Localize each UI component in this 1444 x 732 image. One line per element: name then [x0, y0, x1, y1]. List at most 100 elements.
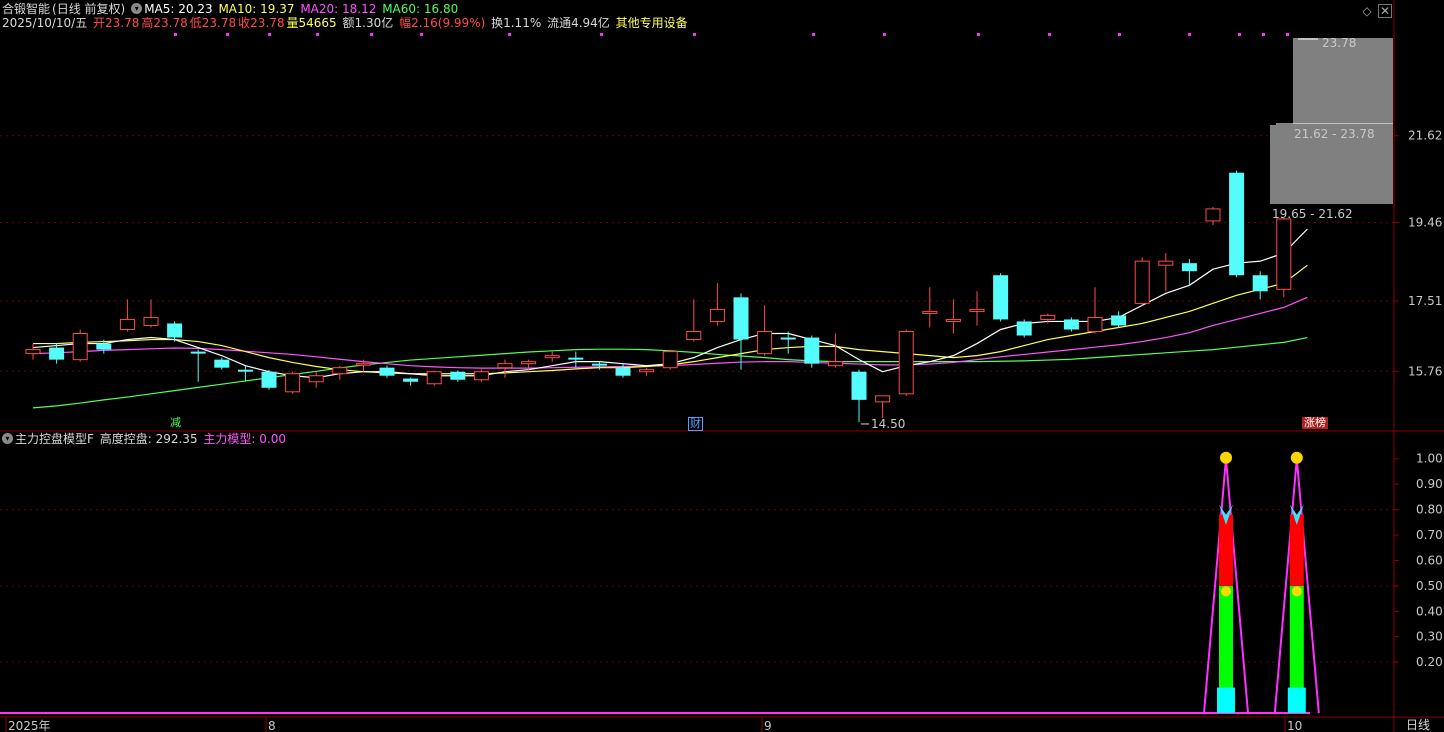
- indicator-cyan-bar: [1287, 687, 1306, 713]
- indicator-tick-label: 0.50: [1416, 579, 1443, 593]
- candle-body-up: [1087, 316, 1103, 333]
- price-tick-label: 17.51: [1408, 294, 1442, 308]
- candle-body-down: [237, 369, 253, 372]
- event-marker-dot: [1262, 33, 1265, 36]
- candle-body-down: [615, 367, 631, 376]
- candle-body-up: [662, 351, 678, 369]
- indicator-red-bar: [1219, 514, 1233, 586]
- candle-body-up: [827, 361, 843, 367]
- price-zone-upper: [1293, 38, 1393, 124]
- candle-body-up: [922, 310, 938, 314]
- candle-body-down: [96, 343, 112, 350]
- indicator-tick-label: 0.40: [1416, 604, 1443, 618]
- kline-chart[interactable]: 21.62 19.46 17.51 15.76 1.00 0.90 0.80 0.70 0.60…: [0, 0, 1444, 732]
- candle-body-up: [709, 308, 725, 322]
- event-marker-dot: [370, 33, 373, 36]
- price-zone-range1-label: 21.62 - 23.78: [1294, 127, 1375, 141]
- candle-body-down: [403, 378, 419, 382]
- candle-body-up: [757, 331, 773, 355]
- time-tick-label: 2025年: [8, 719, 51, 732]
- indicator-red-bar: [1289, 514, 1304, 586]
- candle-body-down: [1181, 263, 1197, 272]
- candle-body-down: [568, 357, 584, 360]
- smiley-icon: [1290, 451, 1303, 464]
- indicator-tick-label: 0.80: [1416, 503, 1443, 517]
- candle-body-down: [804, 337, 820, 364]
- smiley-icon: [1220, 451, 1232, 464]
- candle-body-down: [1111, 315, 1127, 326]
- candle-body-down: [851, 371, 867, 400]
- money-bag-icon: [1291, 586, 1302, 597]
- event-marker-dot: [977, 33, 980, 36]
- candle-body-down: [1252, 275, 1268, 292]
- period-button[interactable]: 日线: [1406, 718, 1430, 732]
- price-tick-label: 19.46: [1408, 216, 1442, 230]
- candle-body-up: [1205, 208, 1221, 222]
- candle-body-up: [945, 318, 961, 322]
- event-marker-dot: [268, 33, 271, 36]
- candle-body-down: [993, 275, 1009, 320]
- candle-body-up: [969, 308, 985, 312]
- candle-body-down: [1229, 172, 1245, 276]
- candle-body-down: [379, 367, 395, 376]
- event-mark-cai[interactable]: 财: [688, 417, 703, 431]
- candle-body-down: [1063, 319, 1079, 330]
- candle-body-up: [72, 333, 88, 361]
- event-marker-dot: [226, 33, 229, 36]
- candle-body-up: [426, 371, 442, 385]
- candle-body-down: [450, 371, 466, 380]
- candle-body-up: [143, 316, 159, 326]
- event-mark-zhangbang[interactable]: 涨榜: [1302, 417, 1328, 429]
- candle-body-down: [49, 347, 65, 360]
- candle-body-up: [898, 331, 914, 395]
- money-bag-icon: [1221, 586, 1231, 597]
- candle-body-down: [780, 337, 796, 340]
- event-marker-dot: [1238, 33, 1241, 36]
- indicator-tick-label: 0.20: [1416, 655, 1443, 669]
- event-marker-dot: [508, 33, 511, 36]
- event-marker-dot: [1286, 33, 1289, 36]
- candle-body-up: [119, 318, 135, 330]
- candle-body-up: [355, 363, 371, 366]
- event-marker-dot: [1188, 33, 1191, 36]
- event-marker-dot: [316, 33, 319, 36]
- event-marker-dot: [883, 33, 886, 36]
- candle-body-up: [521, 361, 537, 365]
- candle-body-down: [591, 363, 607, 366]
- time-tick-label: 8: [268, 719, 276, 732]
- candle-body-up: [1040, 314, 1056, 320]
- indicator-tick-label: 1.00: [1416, 452, 1443, 466]
- candle-body-up: [1134, 260, 1150, 304]
- event-marker-dot: [600, 33, 603, 36]
- event-marker-dot: [174, 33, 177, 36]
- candle-body-down: [261, 371, 277, 388]
- candle-body-down: [190, 351, 206, 354]
- candle-body-up: [686, 331, 702, 341]
- indicator-tick-label: 0.30: [1416, 630, 1443, 644]
- event-marker-dot: [1048, 33, 1051, 36]
- event-marker-dot: [812, 33, 815, 36]
- indicator-tick-label: 0.70: [1416, 528, 1443, 542]
- low-marker-label: 14.50: [871, 417, 905, 431]
- indicator-cyan-bar: [1217, 687, 1235, 713]
- candle-body-up: [1276, 218, 1292, 290]
- event-marker-dot: [1118, 33, 1121, 36]
- candle-body-up: [332, 367, 348, 375]
- candle-body-up: [1158, 260, 1174, 266]
- candle-body-up: [473, 371, 489, 381]
- price-zone-top-label: 23.78: [1322, 36, 1356, 50]
- event-marker-dot: [420, 33, 423, 36]
- event-mark-jian[interactable]: 减: [170, 417, 181, 429]
- candle-body-up: [285, 373, 301, 393]
- candle-body-up: [544, 355, 560, 359]
- time-tick-label: 10: [1287, 719, 1302, 732]
- candle-body-up: [308, 375, 324, 383]
- candle-body-up: [639, 369, 655, 373]
- price-tick-label: 21.62: [1408, 129, 1442, 143]
- candle-body-up: [875, 395, 891, 403]
- price-tick-label: 15.76: [1408, 364, 1442, 378]
- candle-body-up: [25, 349, 41, 355]
- ma60-line: [32, 336, 1308, 409]
- time-tick-label: 9: [764, 719, 772, 732]
- candle-body-down: [167, 323, 183, 338]
